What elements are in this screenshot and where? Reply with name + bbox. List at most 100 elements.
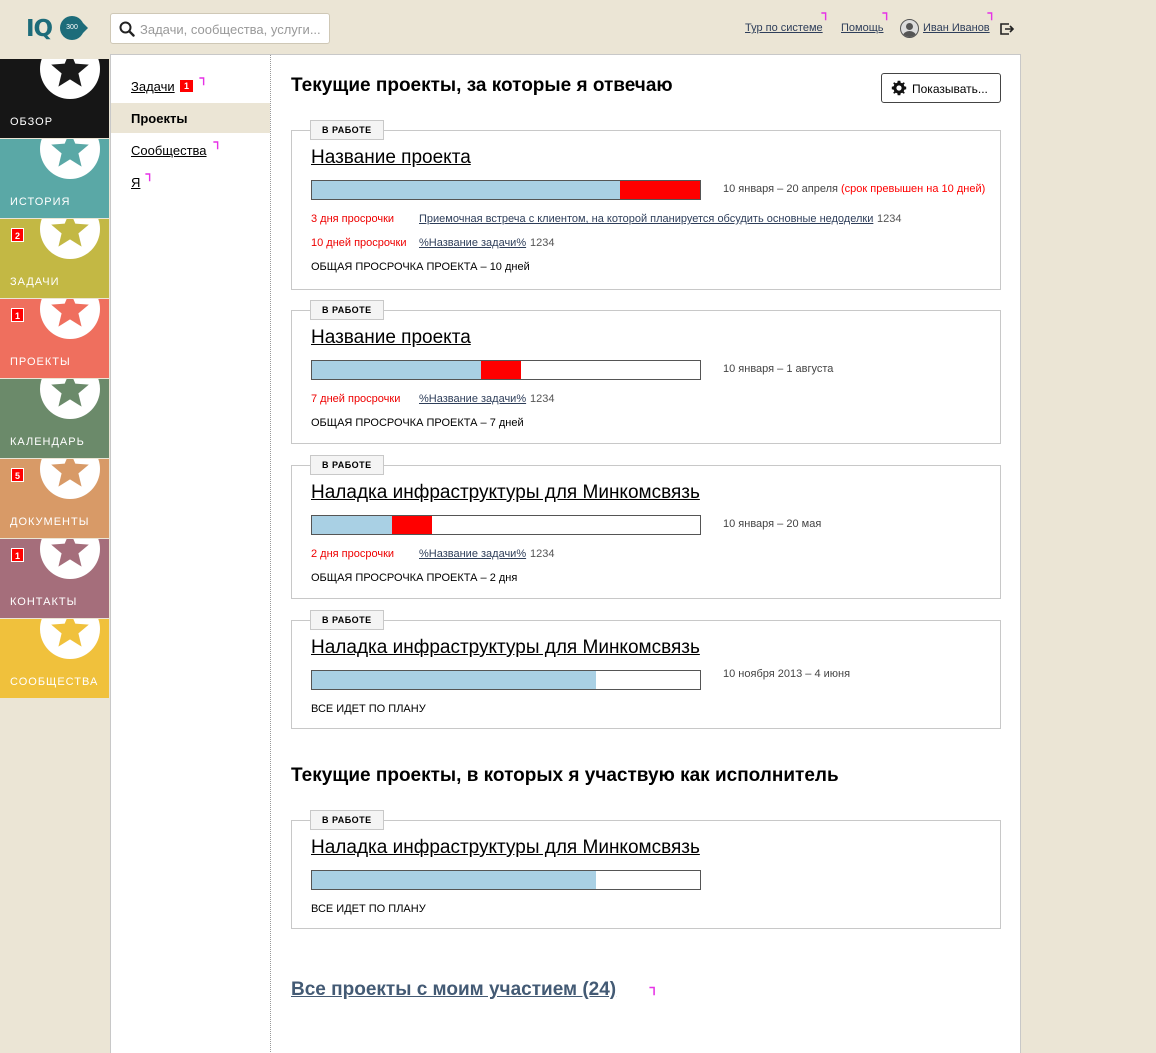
- task-number: 1234: [877, 213, 902, 225]
- logout-icon[interactable]: [999, 22, 1015, 36]
- project-progress-bar: [311, 670, 701, 690]
- sidebar-item[interactable]: ДОКУМЕНТЫ 5: [0, 459, 109, 538]
- project-card: В РАБОТЕ Наладка инфраструктуры для Минк…: [291, 810, 1001, 929]
- section-heading-executor: Текущие проекты, в которых я участвую ка…: [291, 765, 839, 786]
- show-settings-button[interactable]: Показывать...: [881, 73, 1001, 103]
- all-projects-hint-icon[interactable]: ᒣ: [649, 985, 656, 998]
- subnav-item-label: Сообщества: [131, 143, 207, 158]
- status-badge: В РАБОТЕ: [310, 810, 384, 830]
- star-icon: [51, 379, 89, 407]
- project-total-status: ОБЩАЯ ПРОСРОЧКА ПРОЕКТА – 7 дней: [311, 417, 524, 429]
- star-icon: [51, 619, 89, 647]
- project-name-link[interactable]: Наладка инфраструктуры для Минкомсвязь: [311, 837, 700, 859]
- task-number: 1234: [530, 237, 555, 249]
- subnav-item-tasks[interactable]: Задачи 1 ᒣ: [111, 71, 270, 101]
- delay-text: 3 дня просрочки: [311, 213, 395, 225]
- search-icon: [119, 21, 135, 37]
- project-name-link[interactable]: Название проекта: [311, 327, 471, 349]
- search-input[interactable]: [140, 19, 325, 39]
- task-number: 1234: [530, 548, 555, 560]
- project-name-link[interactable]: Наладка инфраструктуры для Минкомсвязь: [311, 637, 700, 659]
- project-progress-bar: [311, 870, 701, 890]
- me-hint-icon[interactable]: ᒣ: [145, 173, 151, 184]
- sidebar-item[interactable]: КАЛЕНДАРЬ: [0, 379, 109, 458]
- tasks-hint-icon[interactable]: ᒣ: [199, 77, 205, 88]
- sidebar-count-badge: 1: [11, 308, 24, 322]
- task-number: 1234: [530, 393, 555, 405]
- sidebar-item[interactable]: ОБЗОР: [0, 59, 109, 138]
- sidebar-item-label: ИСТОРИЯ: [10, 196, 71, 208]
- sidebar-circle: [40, 59, 100, 99]
- star-icon: [51, 59, 89, 87]
- progress-overdue: [620, 181, 700, 199]
- subnav-item-communities[interactable]: Сообщества ᒣ: [111, 135, 270, 165]
- communities-hint-icon[interactable]: ᒣ: [213, 141, 219, 152]
- tour-link[interactable]: Тур по системе: [745, 22, 823, 34]
- project-card: В РАБОТЕ Название проекта 10 января – 1 …: [291, 300, 1001, 444]
- progress-done: [312, 516, 392, 534]
- task-link[interactable]: %Название задачи%: [419, 237, 526, 249]
- sidebar-item[interactable]: ИСТОРИЯ: [0, 139, 109, 218]
- sidebar-item-label: КОНТАКТЫ: [10, 596, 78, 608]
- project-progress-bar: [311, 515, 701, 535]
- star-icon: [51, 139, 89, 167]
- subnav-item-projects[interactable]: Проекты: [111, 103, 270, 133]
- sidebar-item[interactable]: ПРОЕКТЫ 1: [0, 299, 109, 378]
- content-panel: Задачи 1 ᒣ Проекты Сообщества ᒣ Я ᒣ Теку…: [110, 54, 1021, 1053]
- progress-overdue: [481, 361, 521, 379]
- sidebar-item[interactable]: СООБЩЕСТВА: [0, 619, 109, 698]
- project-dates: 10 января – 20 апреля (срок превышен на …: [723, 183, 986, 195]
- project-name-link[interactable]: Наладка инфраструктуры для Минкомсвязь: [311, 482, 700, 504]
- task-link[interactable]: Приемочная встреча с клиентом, на которо…: [419, 213, 873, 225]
- progress-done: [312, 181, 620, 199]
- sidebar-item[interactable]: КОНТАКТЫ 1: [0, 539, 109, 618]
- user-name-link[interactable]: Иван Иванов: [923, 22, 990, 34]
- status-badge: В РАБОТЕ: [310, 120, 384, 140]
- subnav-item-me[interactable]: Я ᒣ: [111, 167, 270, 197]
- subnav-item-label: Проекты: [131, 111, 188, 126]
- help-hint-icon[interactable]: ᒣ: [882, 12, 888, 23]
- tasks-count-badge: 1: [180, 80, 194, 92]
- logo-text: IQ: [26, 16, 53, 42]
- logo-arrow-icon: [80, 20, 88, 36]
- section-heading-responsible: Текущие проекты, за которые я отвечаю: [291, 75, 673, 96]
- avatar: [900, 19, 919, 38]
- progress-done: [312, 361, 481, 379]
- progress-overdue: [392, 516, 432, 534]
- delay-text: 10 дней просрочки: [311, 237, 407, 249]
- project-card: В РАБОТЕ Наладка инфраструктуры для Минк…: [291, 455, 1001, 599]
- tour-hint-icon[interactable]: ᒣ: [821, 12, 827, 23]
- overdue-note: (срок превышен на 10 дней): [841, 183, 986, 195]
- search-box[interactable]: [110, 13, 330, 44]
- project-total-status: ОБЩАЯ ПРОСРОЧКА ПРОЕКТА – 2 дня: [311, 572, 518, 584]
- project-total-status: ВСЕ ИДЕТ ПО ПЛАНУ: [311, 903, 426, 915]
- sidebar-item-label: ЗАДАЧИ: [10, 276, 60, 288]
- sidebar-item-label: СООБЩЕСТВА: [10, 676, 99, 688]
- sidebar-circle: [40, 299, 100, 339]
- all-projects-link[interactable]: Все проекты с моим участием (24): [291, 979, 616, 1001]
- task-link[interactable]: %Название задачи%: [419, 548, 526, 560]
- star-icon: [51, 219, 89, 247]
- star-icon: [51, 299, 89, 327]
- sidebar-item-label: КАЛЕНДАРЬ: [10, 436, 85, 448]
- logo[interactable]: IQ 300: [26, 14, 88, 44]
- project-dates: 10 ноября 2013 – 4 июня: [723, 668, 851, 680]
- project-card: В РАБОТЕ Наладка инфраструктуры для Минк…: [291, 610, 1001, 729]
- task-link[interactable]: %Название задачи%: [419, 393, 526, 405]
- delay-text: 2 дня просрочки: [311, 548, 395, 560]
- project-card: В РАБОТЕ Название проекта 10 января – 20…: [291, 120, 1001, 290]
- sidebar-circle: [40, 539, 100, 579]
- help-link[interactable]: Помощь: [841, 22, 884, 34]
- sidebar-item[interactable]: ЗАДАЧИ 2: [0, 219, 109, 298]
- delay-text: 7 дней просрочки: [311, 393, 401, 405]
- star-icon: [51, 459, 89, 487]
- sidebar-item-label: ОБЗОР: [10, 116, 54, 128]
- project-total-status: ОБЩАЯ ПРОСРОЧКА ПРОЕКТА – 10 дней: [311, 261, 530, 273]
- status-badge: В РАБОТЕ: [310, 455, 384, 475]
- project-progress-bar: [311, 180, 701, 200]
- sidebar-circle: [40, 459, 100, 499]
- sidebar-count-badge: 2: [11, 228, 24, 242]
- sidebar-count-badge: 1: [11, 548, 24, 562]
- user-hint-icon[interactable]: ᒣ: [987, 12, 993, 23]
- project-name-link[interactable]: Название проекта: [311, 147, 471, 169]
